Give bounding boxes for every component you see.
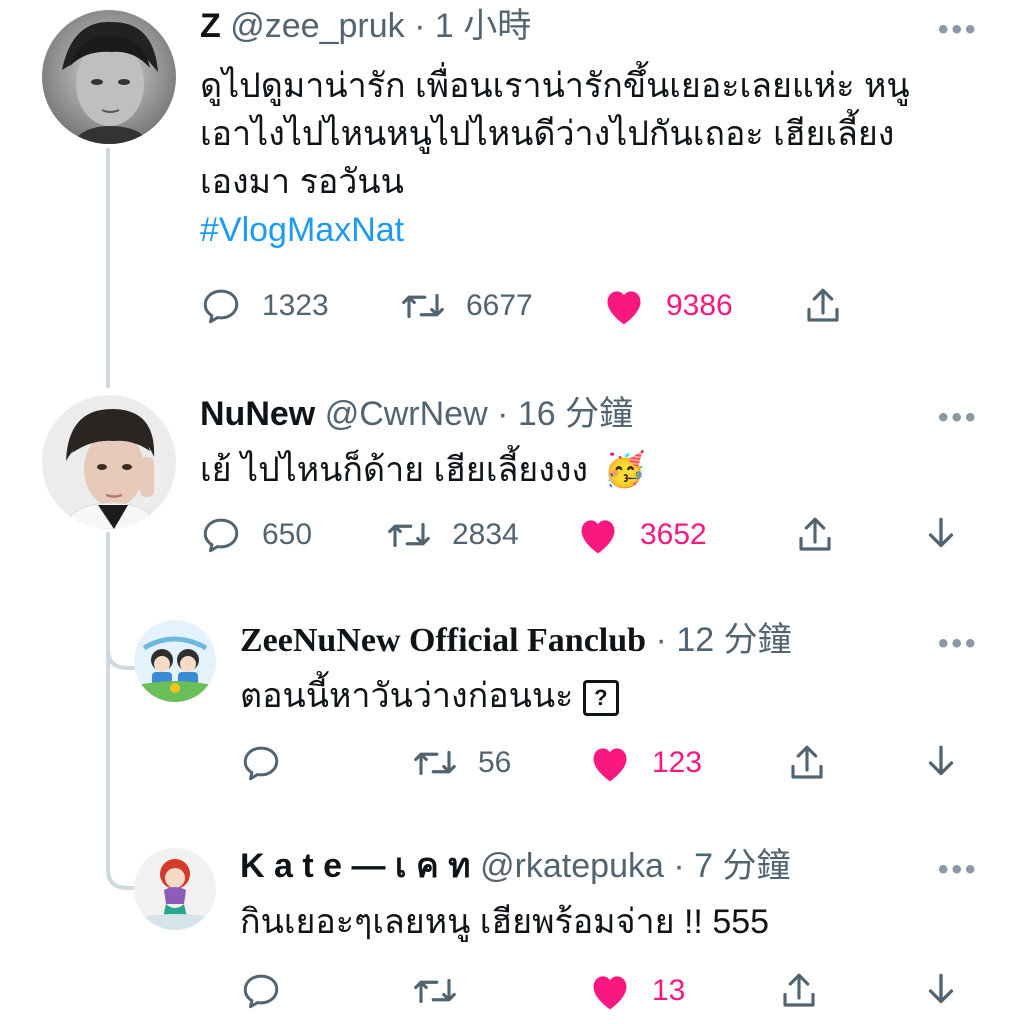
display-name[interactable]: K a t e — เ ค ท	[240, 847, 471, 885]
separator-dot: ·	[497, 395, 509, 433]
download-icon	[920, 514, 962, 556]
retweet-icon	[400, 285, 446, 327]
download-button[interactable]	[920, 742, 962, 784]
more-options-icon[interactable]: •••	[938, 15, 979, 45]
retweet-button[interactable]: 2834	[386, 514, 519, 556]
reply-count: 650	[262, 518, 313, 551]
retweet-button[interactable]: 56	[412, 742, 511, 784]
display-name[interactable]: ZeeNuNew Official Fanclub	[240, 622, 646, 659]
handle[interactable]: @rkatepuka	[480, 847, 664, 885]
tweet-text-line: ดูไปดูมาน่ารัก เพื่อนเราน่ารักขึ้นเยอะเล…	[200, 67, 910, 105]
more-options-icon[interactable]: •••	[938, 629, 979, 659]
hashtag-link[interactable]: #VlogMaxNat	[200, 206, 910, 254]
tweet-text: เย้ ไปไหนก็ด้าย เฮียเลี้ยงงง 🥳	[200, 446, 646, 494]
download-icon	[920, 970, 962, 1012]
download-icon	[920, 742, 962, 784]
reply-button[interactable]: 650	[200, 514, 312, 556]
timestamp[interactable]: 16 分鐘	[518, 395, 633, 433]
tweet-text-content: กินเยอะๆเลยหนู เฮียพร้อมจ่าย !! 555	[240, 903, 770, 941]
separator-dot: ·	[673, 847, 685, 885]
separator-dot: ·	[414, 7, 426, 45]
like-count: 13	[652, 974, 686, 1007]
retweet-count: 2834	[452, 518, 519, 551]
like-count: 123	[652, 746, 703, 779]
share-button[interactable]	[786, 742, 828, 784]
retweet-icon	[412, 970, 458, 1012]
timestamp[interactable]: 12 分鐘	[676, 621, 791, 659]
tweet-text: ดูไปดูมาน่ารัก เพื่อนเราน่ารักขึ้นเยอะเล…	[200, 62, 910, 254]
like-button[interactable]: 13	[588, 970, 685, 1012]
retweet-count: 6677	[466, 289, 533, 322]
reply-icon	[240, 970, 282, 1012]
retweet-button[interactable]	[412, 970, 458, 1012]
separator-dot: ·	[655, 621, 667, 659]
tweet[interactable]: K a t e — เ ค ท @rkatepuka · 7 分鐘 ••• กิ…	[0, 836, 1022, 1024]
retweet-icon	[412, 742, 458, 784]
tweet[interactable]: Z @zee_pruk · 1 小時 ••• ดูไปดูมาน่ารัก เพ…	[0, 0, 1022, 380]
download-button[interactable]	[920, 514, 962, 556]
like-button[interactable]: 9386	[602, 285, 733, 327]
tweet-text-content: เย้ ไปไหนก็ด้าย เฮียเลี้ยงงง	[200, 451, 589, 489]
retweet-button[interactable]: 6677	[400, 285, 533, 327]
retweet-icon	[386, 514, 432, 556]
more-options-icon[interactable]: •••	[938, 403, 979, 433]
heart-icon	[602, 285, 646, 327]
reply-button[interactable]	[240, 742, 302, 784]
handle[interactable]: @CwrNew	[325, 395, 488, 433]
avatar[interactable]	[42, 395, 176, 529]
display-name[interactable]: NuNew	[200, 395, 315, 433]
like-count: 9386	[666, 289, 733, 322]
reply-count: 1323	[262, 289, 329, 322]
tweet-header: K a t e — เ ค ท @rkatepuka · 7 分鐘	[240, 846, 791, 886]
like-button[interactable]: 3652	[576, 514, 707, 556]
avatar[interactable]	[134, 848, 216, 930]
display-name[interactable]: Z	[200, 7, 221, 45]
avatar[interactable]	[134, 620, 216, 702]
reply-icon	[240, 742, 282, 784]
share-button[interactable]	[778, 970, 820, 1012]
tweet-text-line: เอาไงไปไหนหนูไปไหนดีว่างไปกันเถอะ เฮียเล…	[200, 115, 895, 153]
heart-icon	[588, 742, 632, 784]
handle[interactable]: @zee_pruk	[230, 7, 404, 45]
more-options-icon[interactable]: •••	[938, 855, 979, 885]
share-button[interactable]	[794, 514, 836, 556]
tweet[interactable]: ZeeNuNew Official Fanclub · 12 分鐘 ••• ตอ…	[0, 612, 1022, 802]
tweet-header: ZeeNuNew Official Fanclub · 12 分鐘	[240, 620, 792, 661]
tweet[interactable]: NuNew @CwrNew · 16 分鐘 ••• เย้ ไปไหนก็ด้า…	[0, 390, 1022, 590]
heart-icon	[576, 514, 620, 556]
timestamp[interactable]: 7 分鐘	[694, 847, 790, 885]
heart-icon	[588, 970, 632, 1012]
avatar[interactable]	[42, 10, 176, 144]
share-icon	[802, 285, 844, 327]
tweet-header: NuNew @CwrNew · 16 分鐘	[200, 394, 633, 434]
share-icon	[794, 514, 836, 556]
tweet-text: ตอนนี้หาวันว่างก่อนนะ ?	[240, 672, 619, 720]
share-button[interactable]	[802, 285, 844, 327]
like-count: 3652	[640, 518, 707, 551]
retweet-count: 56	[478, 746, 512, 779]
tweet-text: กินเยอะๆเลยหนู เฮียพร้อมจ่าย !! 555	[240, 898, 769, 946]
download-button[interactable]	[920, 970, 962, 1012]
reply-icon	[200, 285, 242, 327]
party-face-emoji: 🥳	[603, 451, 646, 489]
tweet-text-line: เองมา รอวันน	[200, 163, 404, 201]
missing-glyph-box: ?	[582, 680, 619, 717]
share-icon	[778, 970, 820, 1012]
tweet-text-content: ตอนนี้หาวันว่างก่อนนะ	[240, 677, 574, 715]
like-button[interactable]: 123	[588, 742, 702, 784]
tweet-header: Z @zee_pruk · 1 小時	[200, 6, 531, 46]
share-icon	[786, 742, 828, 784]
timestamp[interactable]: 1 小時	[435, 7, 531, 45]
reply-icon	[200, 514, 242, 556]
reply-button[interactable]: 1323	[200, 285, 329, 327]
reply-button[interactable]	[240, 970, 282, 1012]
